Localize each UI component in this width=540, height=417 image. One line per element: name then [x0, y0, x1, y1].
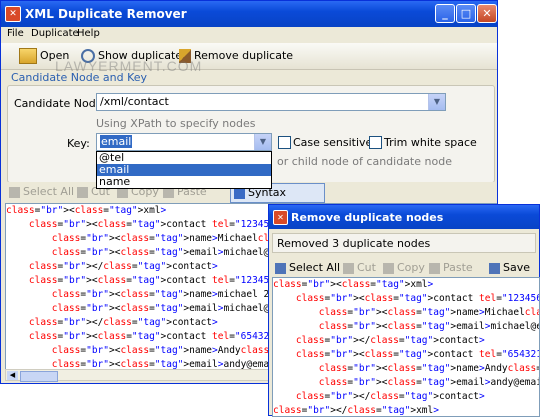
menu-file[interactable]: File	[7, 28, 24, 39]
trim-white-space-label: Trim white space	[384, 136, 477, 149]
menu-help[interactable]: Help	[77, 28, 100, 39]
code-line: class="br"><class="tag">contact tel="123…	[295, 293, 539, 304]
chevron-down-icon[interactable]: ▼	[254, 134, 271, 150]
dialog-toolbar: Select All Cut Copy Paste Save	[269, 257, 539, 277]
app-icon: ✕	[5, 6, 21, 22]
candidate-node-combo[interactable]: /xml/contact ▼	[96, 93, 446, 111]
dialog-select-all-button[interactable]: Select All	[275, 261, 340, 274]
key-option-name[interactable]: name	[97, 176, 271, 188]
dialog-title-bar: ✕ Remove duplicate nodes	[269, 205, 539, 229]
window-title: XML Duplicate Remover	[25, 7, 187, 21]
menu-duplicate[interactable]: Duplicate	[31, 28, 79, 39]
key-label: Key:	[67, 137, 90, 150]
group-label: Candidate Node and Key	[11, 71, 148, 84]
dialog-title: Remove duplicate nodes	[291, 211, 444, 224]
key-value: email	[100, 135, 133, 148]
folder-icon	[19, 48, 37, 64]
floppy-disk-icon	[489, 262, 500, 274]
app-icon: ✕	[273, 210, 288, 225]
dialog-copy-button[interactable]: Copy	[383, 261, 425, 274]
select-all-button[interactable]: Select All	[9, 185, 74, 198]
code-line: class="br"><class="tag">contact tel="654…	[295, 349, 539, 360]
status-message: Removed 3 duplicate nodes	[272, 233, 536, 253]
scissors-icon	[77, 186, 88, 198]
copy-icon	[383, 262, 394, 274]
scissors-icon	[343, 262, 354, 274]
code-line: class="br"></class="tag">xml>	[273, 405, 439, 416]
code-line: class="br"></class="tag">contact>	[295, 391, 485, 402]
maximize-button[interactable]: □	[456, 4, 476, 23]
dialog-xml-editor[interactable]: class="br"><class="tag">xml> class="br">…	[272, 277, 540, 417]
dialog-paste-button[interactable]: Paste	[429, 261, 473, 274]
dialog-save-button[interactable]: Save	[489, 261, 530, 274]
candidate-hint: Using XPath to specify nodes	[96, 117, 256, 130]
key-combo[interactable]: email ▼	[96, 133, 272, 151]
syntax-icon	[234, 187, 245, 199]
select-all-icon	[9, 186, 20, 198]
arrow-left-icon[interactable]: ◀	[7, 371, 18, 380]
code-line: class="br"><class="tag">name>Andyclass="…	[318, 363, 539, 374]
code-line: class="br"><class="tag">email>michael@em…	[318, 321, 539, 332]
case-sensitive-label: Case sensitive	[293, 136, 373, 149]
paste-icon	[429, 262, 440, 274]
remove-duplicate-dialog: ✕ Remove duplicate nodes Removed 3 dupli…	[268, 204, 540, 417]
trim-white-space-checkbox[interactable]	[369, 136, 382, 149]
menu-bar: File Duplicate Help	[1, 27, 497, 43]
candidate-node-value: /xml/contact	[100, 95, 169, 108]
case-sensitive-checkbox[interactable]	[278, 136, 291, 149]
code-line: class="br"></class="tag">contact>	[295, 335, 485, 346]
close-button[interactable]: ✕	[477, 4, 497, 23]
scroll-thumb[interactable]	[20, 371, 58, 382]
code-line: class="br"><class="tag">xml>	[273, 279, 434, 290]
title-bar: ✕ XML Duplicate Remover _ □ ✕	[1, 1, 497, 27]
candidate-node-label: Candidate Node:	[14, 97, 107, 110]
select-all-icon	[275, 262, 286, 274]
code-line: class="br"><class="tag">email>andy@email…	[318, 377, 539, 388]
key-dropdown-list: @tel email name	[96, 151, 272, 189]
dialog-cut-button[interactable]: Cut	[343, 261, 376, 274]
key-hint: or child node of candidate node	[277, 155, 452, 168]
code-line: class="br"><class="tag">name>Michaelclas…	[318, 307, 539, 318]
chevron-down-icon[interactable]: ▼	[428, 94, 445, 110]
minimize-button[interactable]: _	[435, 4, 455, 23]
